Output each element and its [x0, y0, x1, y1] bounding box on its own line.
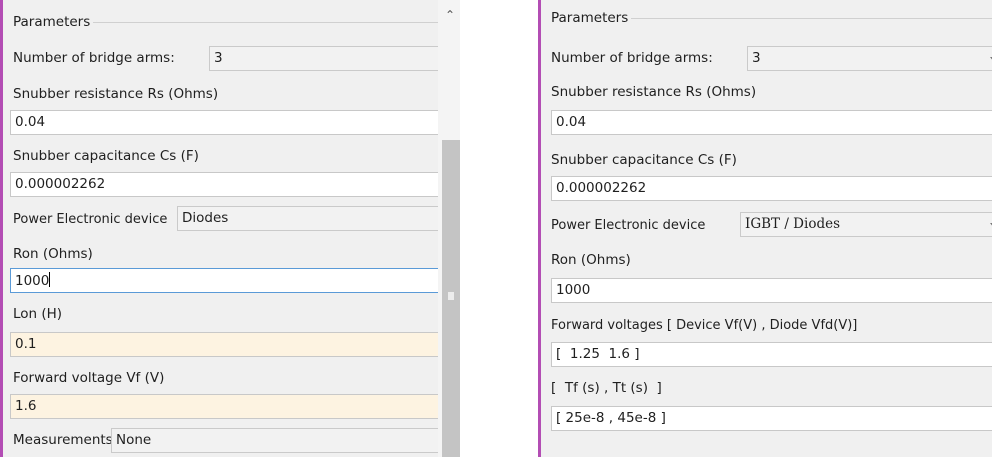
chevron-up-icon[interactable]: ⌃ — [441, 8, 459, 24]
ron-field[interactable]: 1000 — [10, 268, 444, 293]
forward-voltages-value: [ 1.25 1.6 ] — [556, 346, 640, 362]
parameters-group-title: Parameters — [13, 14, 91, 30]
power-device-label: Power Electronic device — [13, 212, 168, 227]
group-separator — [631, 18, 992, 19]
snubber-resistance-label: Snubber resistance Rs (Ohms) — [551, 84, 757, 100]
snubber-resistance-value: 0.04 — [556, 114, 587, 130]
snubber-capacitance-field[interactable]: 0.000002262 — [551, 176, 992, 201]
snubber-resistance-field[interactable]: 0.04 — [551, 110, 992, 135]
forward-voltages-field[interactable]: [ 1.25 1.6 ] — [551, 342, 992, 367]
switching-times-value: [ 25e-8 , 45e-8 ] — [556, 410, 666, 426]
forward-voltage-value: 1.6 — [15, 398, 37, 414]
parameters-group-title: Parameters — [551, 10, 629, 26]
bridge-arms-dropdown[interactable]: 3 — [209, 46, 444, 71]
power-device-value: Diodes — [182, 210, 229, 226]
ron-label: Ron (Ohms) — [13, 246, 93, 262]
ron-field[interactable]: 1000 — [551, 278, 992, 303]
lon-value: 0.1 — [15, 336, 37, 352]
forward-voltage-field[interactable]: 1.6 — [10, 394, 444, 419]
snubber-capacitance-value: 0.000002262 — [15, 176, 106, 192]
left-parameters-panel: Parameters Number of bridge arms: 3 Snub… — [0, 0, 460, 457]
snubber-capacitance-label: Snubber capacitance Cs (F) — [13, 148, 199, 164]
snubber-capacitance-value: 0.000002262 — [556, 180, 647, 196]
bridge-arms-value: 3 — [214, 50, 223, 66]
measurements-dropdown[interactable]: None — [111, 428, 444, 453]
scrollbar-grip — [448, 292, 454, 300]
measurements-value: None — [116, 432, 152, 448]
power-device-label: Power Electronic device — [551, 218, 706, 233]
bridge-arms-value: 3 — [752, 50, 761, 66]
ron-label: Ron (Ohms) — [551, 252, 631, 268]
switching-times-field[interactable]: [ 25e-8 , 45e-8 ] — [551, 406, 992, 431]
bridge-arms-dropdown[interactable]: 3 — [747, 46, 992, 71]
bridge-arms-label: Number of bridge arms: — [13, 50, 175, 66]
ron-value: 1000 — [556, 282, 591, 298]
right-parameters-panel: Parameters Number of bridge arms: 3 Snub… — [538, 0, 992, 457]
snubber-capacitance-field[interactable]: 0.000002262 — [10, 172, 444, 197]
ron-value: 1000 — [15, 273, 50, 289]
switching-times-label: [ Tf (s) , Tt (s) ] — [551, 380, 662, 396]
forward-voltage-label: Forward voltage Vf (V) — [13, 370, 165, 386]
forward-voltages-label: Forward voltages [ Device Vf(V) , Diode … — [551, 318, 858, 333]
bridge-arms-label: Number of bridge arms: — [551, 50, 713, 66]
power-device-dropdown[interactable]: IGBT / Diodes — [740, 212, 992, 237]
snubber-resistance-value: 0.04 — [15, 114, 46, 130]
snubber-resistance-label: Snubber resistance Rs (Ohms) — [13, 86, 219, 102]
group-separator — [93, 22, 438, 23]
lon-field[interactable]: 0.1 — [10, 332, 444, 357]
power-device-value: IGBT / Diodes — [745, 216, 841, 232]
power-device-dropdown[interactable]: Diodes — [177, 206, 444, 231]
snubber-capacitance-label: Snubber capacitance Cs (F) — [551, 152, 737, 168]
text-caret — [49, 272, 51, 287]
snubber-resistance-field[interactable]: 0.04 — [10, 110, 444, 135]
measurements-label: Measurements — [13, 432, 113, 448]
lon-label: Lon (H) — [13, 306, 63, 322]
